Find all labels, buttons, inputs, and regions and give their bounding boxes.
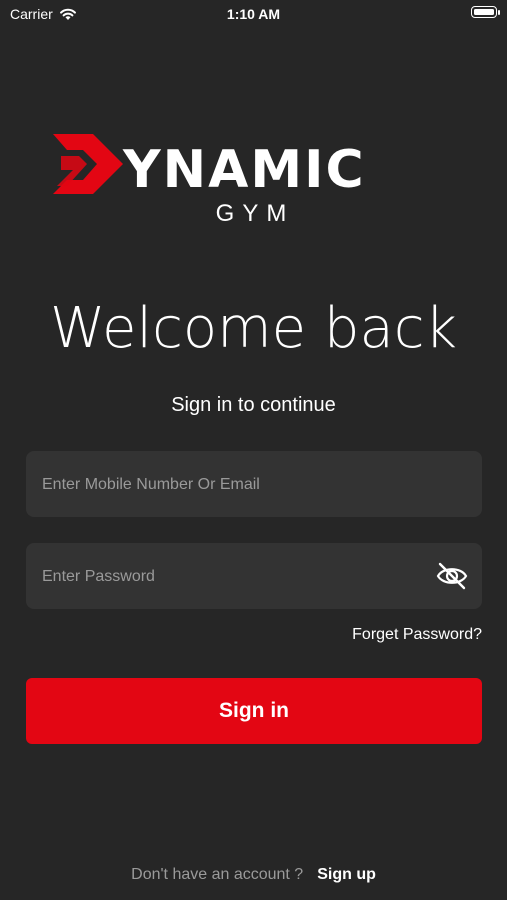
status-time: 1:10 AM	[226, 6, 281, 22]
status-bar: Carrier 1:10 AM	[0, 0, 507, 28]
password-input[interactable]	[40, 543, 424, 611]
password-field[interactable]	[26, 543, 482, 611]
identifier-input[interactable]	[40, 451, 424, 519]
identifier-field[interactable]	[26, 451, 482, 519]
logo-mark-icon	[53, 134, 123, 194]
battery-icon	[471, 6, 500, 18]
page-title: Welcome back	[49, 296, 458, 361]
logo-wordmark: YNAMIC	[123, 140, 366, 200]
page-subtitle: Sign in to continue	[171, 394, 336, 416]
logo-subtitle: GYM	[215, 200, 295, 227]
brand-logo: YNAMIC GYM	[53, 132, 457, 232]
eye-off-icon[interactable]	[436, 561, 468, 591]
signup-prompt-text: Don't have an account ?	[131, 866, 304, 883]
sign-up-link[interactable]: Sign up	[317, 866, 376, 883]
forgot-password-link[interactable]: Forget Password?	[352, 626, 482, 644]
sign-in-button[interactable]: Sign in	[26, 678, 482, 744]
signup-prompt: Don't have an account ? Sign up	[0, 866, 507, 884]
